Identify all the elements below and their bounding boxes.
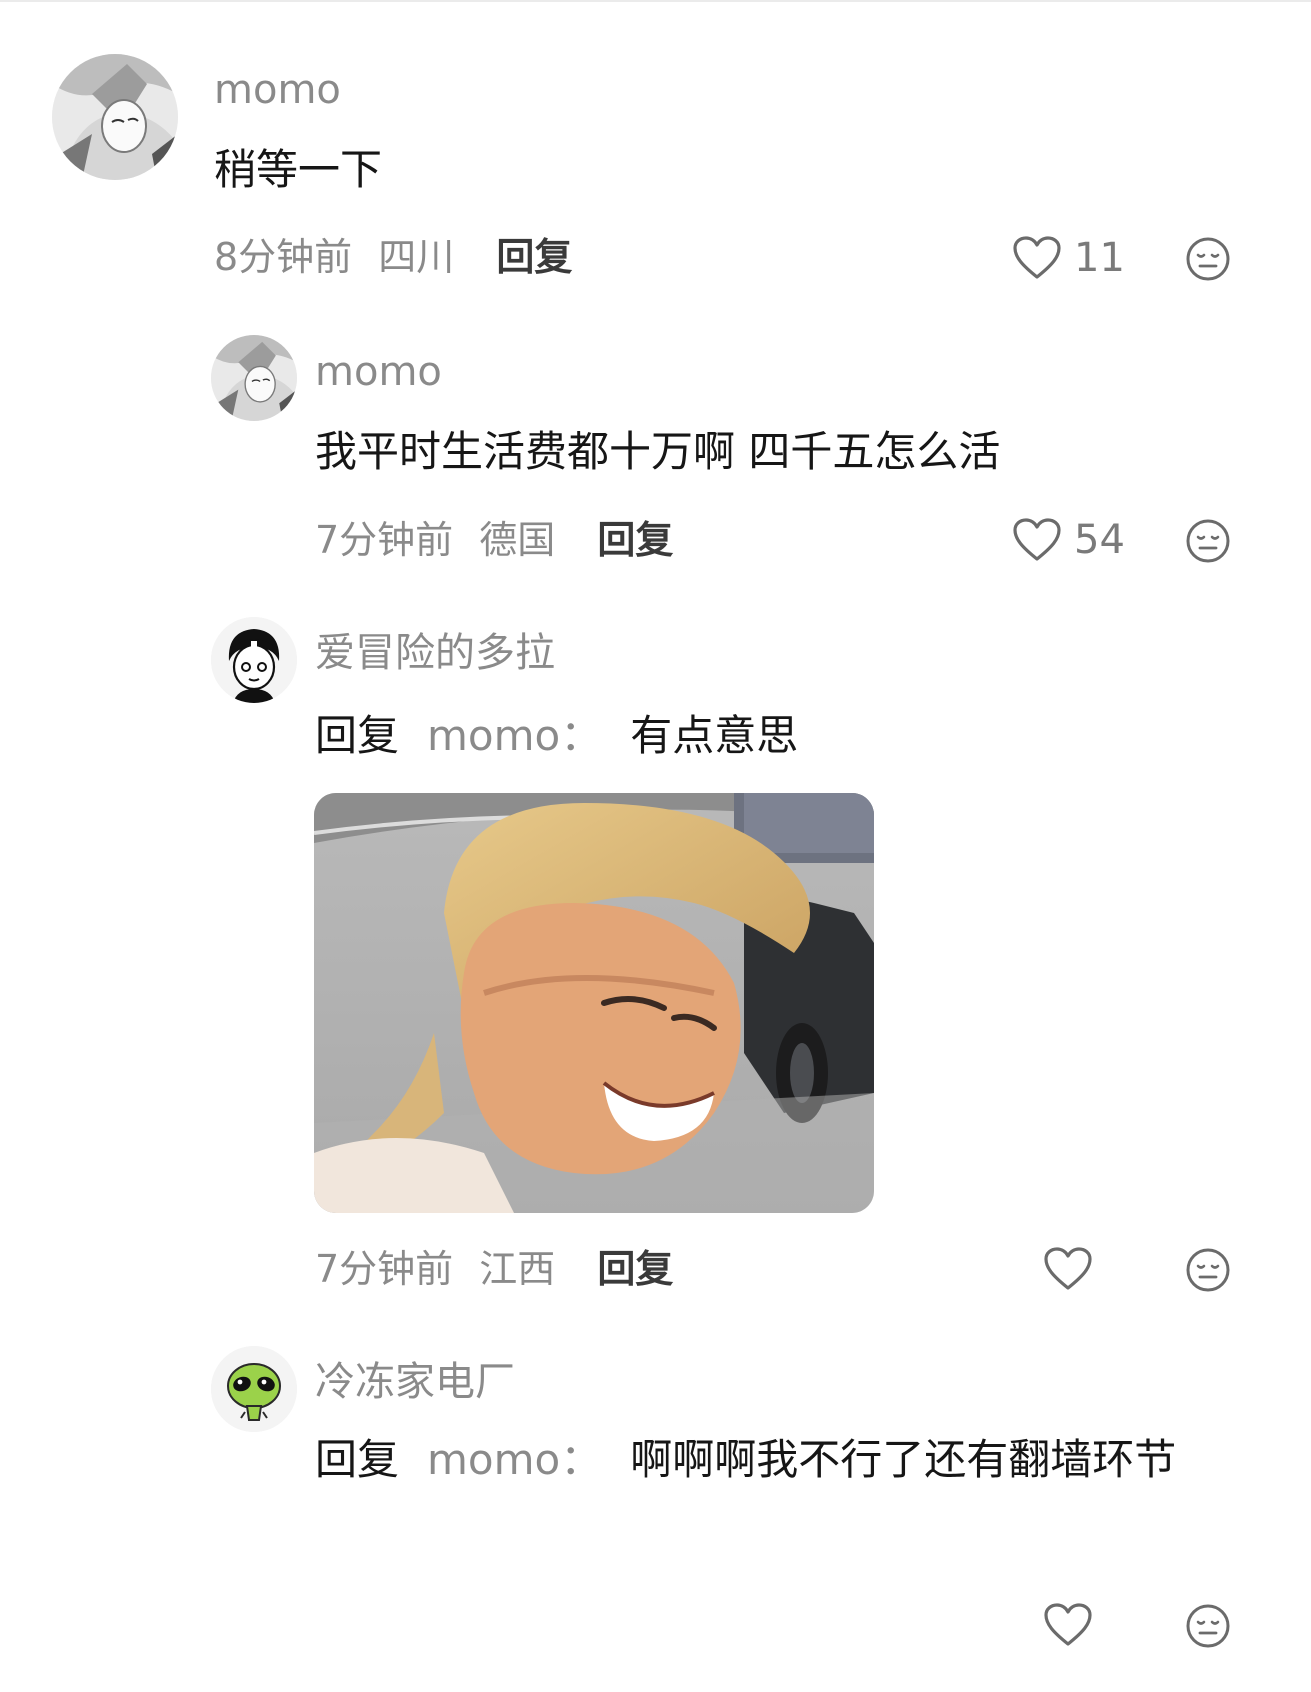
username[interactable]: 冷冻家电厂: [315, 1362, 515, 1402]
reply-button[interactable]: 回复: [597, 518, 673, 562]
reply-prefix: 回复: [315, 711, 400, 760]
heart-icon: [1044, 1603, 1092, 1646]
mention-colon: ：: [560, 711, 603, 760]
comment-meta: 7分钟前 江西 回复: [315, 1250, 673, 1288]
dislike-button[interactable]: [1185, 518, 1231, 564]
heart-icon: [1044, 1247, 1092, 1290]
meh-face-icon: [1186, 1604, 1230, 1648]
comment-text: 回复 momo： 啊啊啊我不行了还有翻墙环节: [315, 1423, 1225, 1497]
manga-avatar-image: [211, 335, 297, 421]
reply-button[interactable]: 回复: [496, 235, 572, 279]
comment-body: 啊啊啊我不行了还有翻墙环节: [630, 1435, 1177, 1484]
like-count: 11: [1074, 235, 1125, 281]
like-button[interactable]: [1043, 1602, 1105, 1648]
comment-location: 江西: [479, 1247, 556, 1291]
avatar[interactable]: [211, 335, 297, 421]
like-button[interactable]: 54: [1012, 517, 1125, 563]
username[interactable]: momo: [214, 70, 341, 110]
top-divider: [0, 0, 1311, 2]
manga-avatar-image: [52, 54, 178, 180]
like-count: 54: [1074, 517, 1125, 563]
comment-time: 7分钟前: [315, 518, 454, 562]
comment-time: 7分钟前: [315, 1247, 454, 1291]
username[interactable]: momo: [315, 352, 442, 392]
meh-face-icon: [1186, 237, 1230, 281]
comment-text: 我平时生活费都十万啊 四千五怎么活: [315, 427, 1001, 476]
reply-prefix: 回复: [315, 1435, 400, 1484]
avatar[interactable]: [211, 617, 297, 703]
comment-meta: 8分钟前 四川 回复: [214, 238, 572, 276]
like-button[interactable]: 11: [1012, 235, 1125, 281]
comment-body: 有点意思: [630, 711, 799, 760]
avatar[interactable]: [52, 54, 178, 180]
like-button[interactable]: [1043, 1246, 1105, 1292]
comment-meta: 7分钟前 德国 回复: [315, 521, 673, 559]
cartoon-boy-avatar-image: [211, 617, 297, 703]
meh-face-icon: [1186, 1248, 1230, 1292]
avatar[interactable]: [211, 1346, 297, 1432]
comment-time: 8分钟前: [214, 235, 353, 279]
reply-button[interactable]: 回复: [597, 1247, 673, 1291]
mention-colon: ：: [560, 1435, 603, 1484]
dislike-button[interactable]: [1185, 236, 1231, 282]
heart-icon: [1013, 236, 1061, 279]
comment-text: 稍等一下: [214, 145, 383, 194]
laughing-person-meme-image: [314, 793, 874, 1213]
username[interactable]: 爱冒险的多拉: [315, 633, 555, 673]
comment-location: 德国: [479, 518, 556, 562]
mention-username[interactable]: momo: [427, 1435, 560, 1484]
comment-location: 四川: [378, 235, 455, 279]
green-alien-avatar-image: [211, 1346, 297, 1432]
dislike-button[interactable]: [1185, 1247, 1231, 1293]
comment-text: 回复 momo： 有点意思: [315, 715, 798, 757]
dislike-button[interactable]: [1185, 1603, 1231, 1649]
comment-image[interactable]: [314, 793, 874, 1213]
mention-username[interactable]: momo: [427, 711, 560, 760]
meh-face-icon: [1186, 519, 1230, 563]
heart-icon: [1013, 518, 1061, 561]
